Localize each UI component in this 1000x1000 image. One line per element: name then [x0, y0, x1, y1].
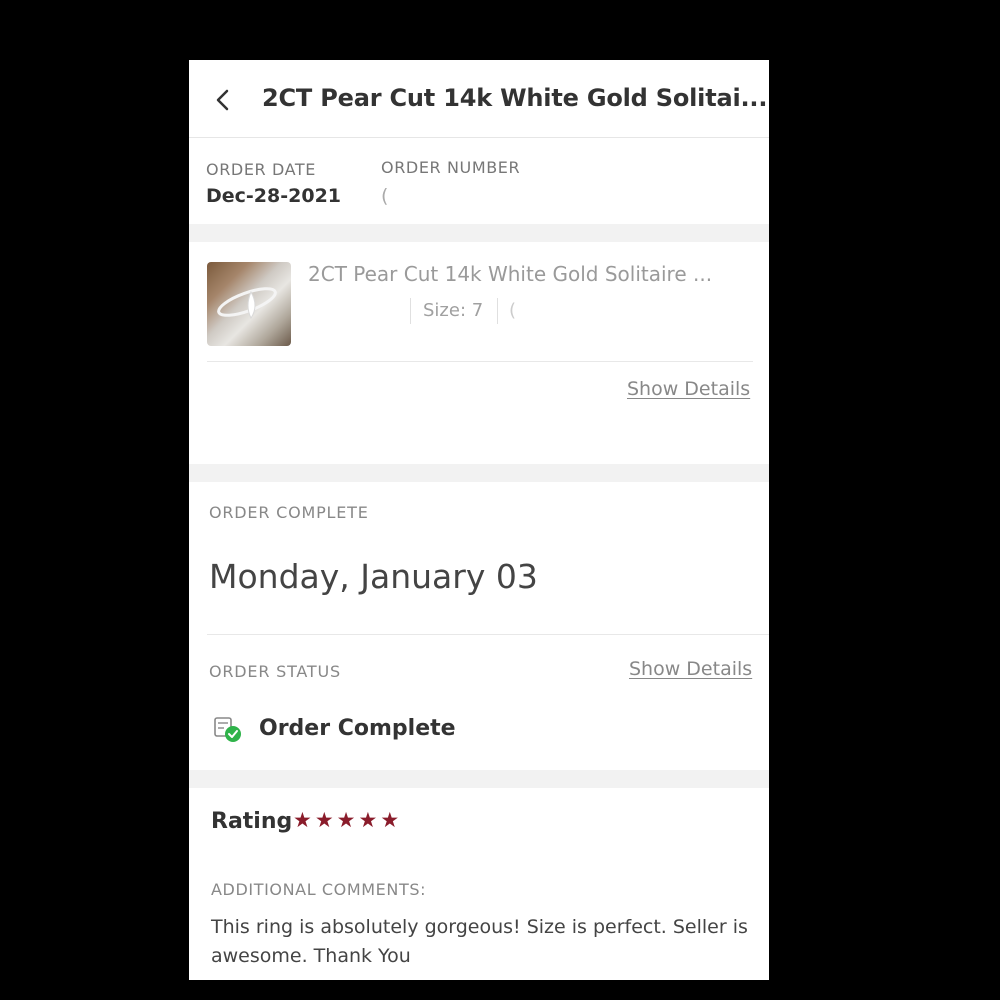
star-icon: ★ — [380, 808, 400, 832]
order-date-value: Dec-28-2021 — [206, 185, 342, 207]
back-arrow-icon[interactable] — [213, 88, 235, 112]
item-thumbnail[interactable] — [207, 262, 291, 346]
page-title: 2CT Pear Cut 14k White Gold Solitai... — [262, 84, 768, 112]
item-size: Size: 7 — [423, 300, 484, 321]
item-extra: ( — [509, 300, 517, 321]
order-complete-icon — [214, 717, 241, 742]
order-number-value: ( — [381, 185, 389, 207]
item-title[interactable]: 2CT Pear Cut 14k White Gold Solitaire ..… — [308, 262, 712, 286]
star-icon: ★ — [358, 808, 378, 832]
divider — [410, 298, 411, 324]
rating-label: Rating — [211, 809, 293, 834]
divider — [207, 634, 769, 635]
order-meta: ORDER DATE Dec-28-2021 ORDER NUMBER ( — [189, 138, 769, 224]
order-detail-screen: 2CT Pear Cut 14k White Gold Solitai... O… — [189, 60, 769, 980]
divider — [207, 361, 753, 362]
item-show-details-link[interactable]: Show Details — [627, 378, 750, 400]
rating-stars: ★ ★ ★ ★ ★ — [293, 810, 399, 831]
order-date-label: ORDER DATE — [206, 160, 316, 179]
section-divider — [189, 770, 769, 788]
section-divider — [189, 224, 769, 242]
order-number-label: ORDER NUMBER — [381, 158, 521, 177]
star-icon: ★ — [314, 808, 334, 832]
order-status-label: ORDER STATUS — [209, 662, 341, 681]
order-complete-label: ORDER COMPLETE — [209, 503, 369, 522]
order-status-text: Order Complete — [259, 716, 456, 741]
ring-image-icon — [217, 287, 277, 319]
status-show-details-link[interactable]: Show Details — [629, 658, 752, 680]
additional-comments-label: ADDITIONAL COMMENTS: — [211, 880, 427, 899]
star-icon: ★ — [293, 808, 312, 832]
star-icon: ★ — [336, 808, 356, 832]
app-header: 2CT Pear Cut 14k White Gold Solitai... — [189, 60, 769, 138]
divider — [497, 298, 498, 324]
additional-comments-text: This ring is absolutely gorgeous! Size i… — [211, 916, 748, 967]
completion-date: Monday, January 03 — [209, 557, 538, 596]
section-divider — [189, 464, 769, 482]
